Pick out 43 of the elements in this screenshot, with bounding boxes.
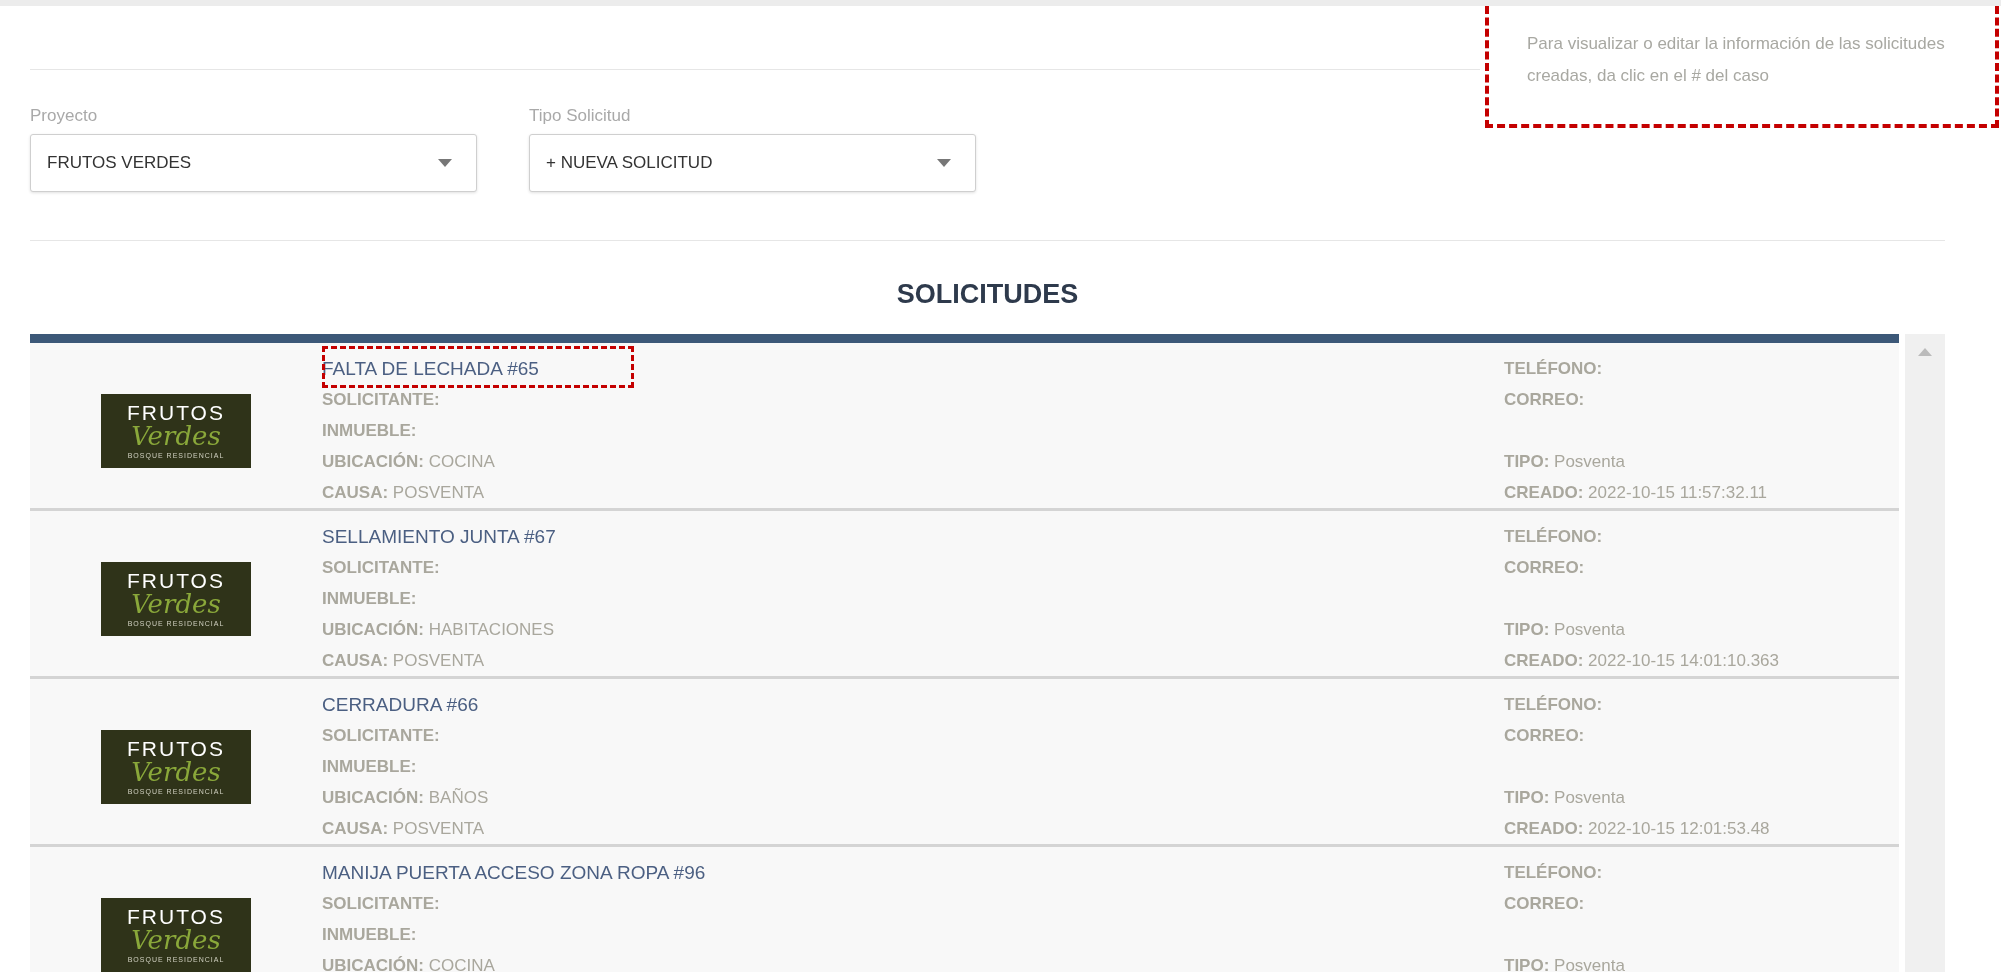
field-text: CORREO: <box>1504 893 1585 915</box>
field-text: TELÉFONO: <box>1504 358 1603 380</box>
field-text: CREADO: 2022-10-15 12:01:53.48 <box>1504 818 1770 840</box>
field-text: TIPO: Posventa <box>1504 619 1625 641</box>
field-text: SOLICITANTE: <box>322 725 440 747</box>
field-text: SOLICITANTE: <box>322 893 440 915</box>
field-text: TIPO: Posventa <box>1504 787 1625 809</box>
request-link[interactable]: CERRADURA #66 <box>322 689 479 720</box>
field-text: TELÉFONO: <box>1504 526 1603 548</box>
request-link[interactable]: FALTA DE LECHADA #65 <box>322 353 539 384</box>
field-text: UBICACIÓN: COCINA <box>322 451 495 473</box>
field-text: INMUEBLE: <box>322 588 417 610</box>
field-text: INMUEBLE: <box>322 420 417 442</box>
field-text: SOLICITANTE: <box>322 389 440 411</box>
field-text: CORREO: <box>1504 725 1585 747</box>
field-text: CAUSA: POSVENTA <box>322 650 485 672</box>
caret-icon <box>937 159 951 167</box>
field-text: CORREO: <box>1504 557 1585 579</box>
field-text: UBICACIÓN: COCINA <box>322 955 495 972</box>
field-text: UBICACIÓN: HABITACIONES <box>322 619 555 641</box>
caret-icon <box>438 159 452 167</box>
field-text: INMUEBLE: <box>322 924 417 946</box>
field-text: INMUEBLE: <box>322 756 417 778</box>
field-text: CREADO: 2022-10-15 14:01:10.363 <box>1504 650 1779 672</box>
field-text: CREADO: 2022-10-15 11:57:32.11 <box>1504 482 1768 504</box>
field-text: CORREO: <box>1504 389 1585 411</box>
field-text: UBICACIÓN: BAÑOS <box>322 787 489 809</box>
field-text: SOLICITANTE: <box>322 557 440 579</box>
select-field[interactable]: FRUTOS VERDES <box>30 134 477 192</box>
request-link[interactable]: MANIJA PUERTA ACCESO ZONA ROPA #96 <box>322 857 706 888</box>
field-text: TELÉFONO: <box>1504 862 1603 884</box>
field-label: Tipo Solicitud <box>529 106 632 126</box>
hint-text: Para visualizar o editar la información de las solicitudes creadas, da clic en el # del caso <box>1527 33 1946 87</box>
field-text: CAUSA: POSVENTA <box>322 482 485 504</box>
list-heading: SOLICITUDES <box>896 279 1079 309</box>
request-link[interactable]: SELLAMIENTO JUNTA #67 <box>322 521 556 552</box>
field-text: TELÉFONO: <box>1504 694 1603 716</box>
field-label: Proyecto <box>30 106 99 126</box>
field-text: CAUSA: POSVENTA <box>322 818 485 840</box>
field-text: TIPO: Posventa <box>1504 451 1625 473</box>
scroll-up-icon[interactable] <box>1918 348 1932 356</box>
field-text: TIPO: Posventa <box>1504 955 1625 972</box>
select-field[interactable]: + NUEVA SOLICITUD <box>529 134 976 192</box>
